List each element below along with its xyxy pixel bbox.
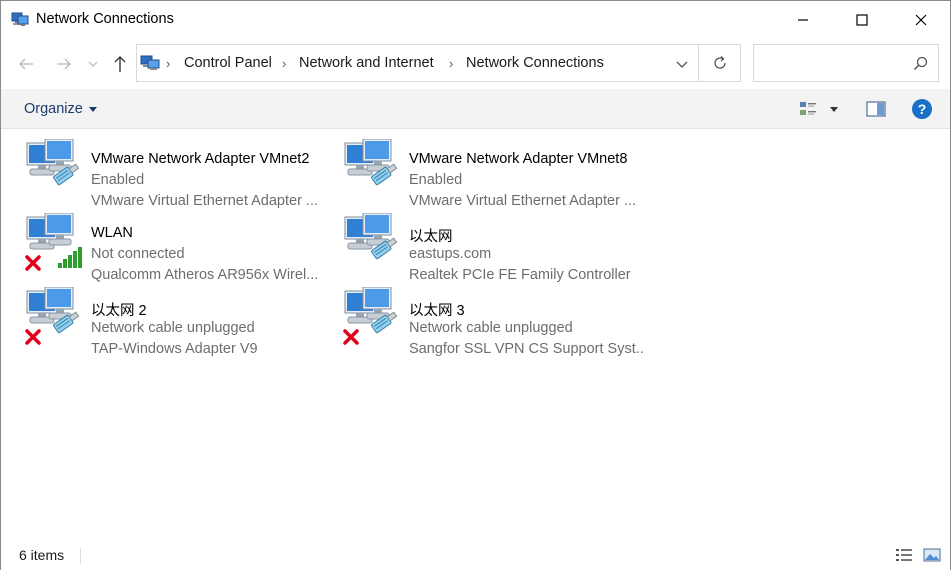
minimize-icon (798, 19, 808, 21)
maximize-button[interactable] (833, 1, 891, 39)
ethernet-adapter-icon (343, 138, 403, 199)
connection-item-ethernet[interactable]: 以太网 eastups.com Realtek PCIe FE Family C… (343, 212, 653, 283)
connection-status: Enabled (91, 172, 145, 188)
window-title: Network Connections (36, 11, 174, 27)
details-view-button[interactable] (894, 546, 914, 564)
svg-text:?: ? (918, 101, 927, 117)
connection-status: Enabled (409, 172, 463, 188)
address-bar[interactable]: › Control Panel › Network and Internet ›… (136, 44, 699, 82)
connection-status: Not connected (91, 246, 185, 262)
status-bar: 6 items (1, 540, 950, 570)
search-icon[interactable] (913, 56, 928, 74)
arrow-left-icon (19, 58, 33, 70)
connection-device: VMware Virtual Ethernet Adapter ... (409, 193, 637, 209)
organize-button[interactable]: Organize (24, 101, 97, 117)
preview-pane-icon (866, 101, 886, 117)
status-divider (80, 548, 81, 564)
search-box[interactable] (753, 44, 939, 82)
recent-locations-button[interactable] (84, 52, 102, 76)
maximize-icon (856, 14, 868, 26)
organize-label: Organize (24, 101, 83, 117)
chevron-down-icon (676, 61, 688, 68)
connection-name: 以太网 3 (409, 303, 465, 319)
ethernet-adapter-icon (25, 286, 85, 347)
network-connections-icon (11, 10, 29, 28)
arrow-up-icon (114, 56, 126, 72)
command-bar: Organize ? (1, 89, 950, 129)
breadcrumb-network-and-internet[interactable]: Network and Internet (299, 55, 434, 71)
back-button[interactable] (14, 52, 38, 76)
connection-name: 以太网 2 (91, 303, 147, 319)
connection-device: TAP-Windows Adapter V9 (91, 341, 258, 357)
address-history-button[interactable] (674, 56, 690, 72)
breadcrumb-separator-icon: › (166, 56, 171, 71)
ethernet-adapter-icon (25, 138, 85, 199)
refresh-icon (713, 56, 726, 69)
breadcrumb-control-panel[interactable]: Control Panel (184, 55, 272, 71)
navigation-bar: › Control Panel › Network and Internet ›… (1, 39, 950, 89)
help-icon: ? (912, 99, 932, 119)
connection-name: VMware Network Adapter VMnet2 (91, 151, 310, 167)
title-bar: Network Connections (1, 1, 950, 39)
search-input[interactable] (760, 53, 908, 75)
connection-item-vmnet2[interactable]: VMware Network Adapter VMnet2 Enabled VM… (25, 138, 335, 209)
up-button[interactable] (108, 52, 132, 76)
connection-item-ethernet-2[interactable]: 以太网 2 Network cable unplugged TAP-Window… (25, 286, 335, 357)
wireless-adapter-icon (25, 212, 85, 273)
ethernet-adapter-icon (343, 286, 403, 347)
connection-name: 以太网 (409, 229, 453, 245)
close-icon (915, 14, 927, 26)
connection-item-ethernet-3[interactable]: 以太网 3 Network cable unplugged Sangfor SS… (343, 286, 653, 357)
change-view-button[interactable] (798, 98, 820, 120)
large-icons-icon (923, 548, 941, 562)
view-options-button[interactable] (827, 98, 841, 120)
connection-device: VMware Virtual Ethernet Adapter ... (91, 193, 319, 209)
ethernet-adapter-icon (343, 212, 403, 273)
control-panel-icon (140, 54, 160, 72)
item-count: 6 items (19, 547, 65, 563)
window: Network Connections › Control Panel › Ne… (0, 0, 951, 570)
breadcrumb-separator-icon: › (282, 56, 287, 71)
preview-pane-button[interactable] (864, 98, 888, 120)
connection-device: Realtek PCIe FE Family Controller (409, 267, 631, 283)
details-view-icon (800, 102, 816, 115)
dropdown-arrow-icon (88, 106, 97, 112)
details-list-icon (896, 549, 912, 561)
chevron-down-icon (88, 61, 98, 67)
connection-status: eastups.com (409, 246, 492, 262)
refresh-button[interactable] (698, 44, 741, 82)
dropdown-arrow-icon (830, 106, 838, 112)
breadcrumb-separator-icon: › (449, 56, 454, 71)
large-icons-view-button[interactable] (922, 546, 942, 564)
connection-item-wlan[interactable]: WLAN Not connected Qualcomm Atheros AR95… (25, 212, 335, 283)
connection-device: Sangfor SSL VPN CS Support Syst... (409, 341, 645, 357)
help-button[interactable]: ? (910, 98, 934, 120)
close-button[interactable] (892, 1, 950, 39)
connection-device: Qualcomm Atheros AR956x Wirel... (91, 267, 319, 283)
connection-name: WLAN (91, 225, 133, 241)
connections-list: VMware Network Adapter VMnet2 Enabled VM… (1, 130, 950, 540)
connection-status: Network cable unplugged (409, 320, 573, 336)
breadcrumb-network-connections[interactable]: Network Connections (466, 55, 604, 71)
connection-status: Network cable unplugged (91, 320, 255, 336)
arrow-right-icon (57, 58, 71, 70)
connection-name: VMware Network Adapter VMnet8 (409, 151, 628, 167)
forward-button[interactable] (52, 52, 76, 76)
connection-item-vmnet8[interactable]: VMware Network Adapter VMnet8 Enabled VM… (343, 138, 653, 209)
minimize-button[interactable] (774, 1, 832, 39)
